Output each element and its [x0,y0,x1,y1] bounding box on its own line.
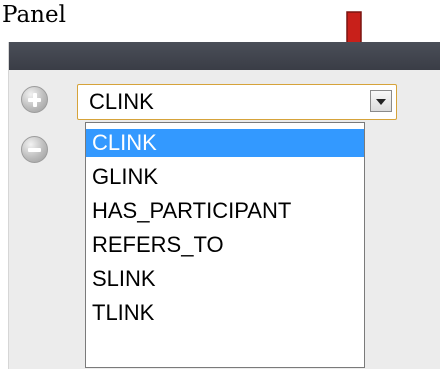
dropdown-option-refers-to[interactable]: REFERS_TO [86,231,364,259]
add-button[interactable] [21,86,48,113]
select-value: CLINK [89,89,154,114]
plus-icon-stroke [32,93,37,107]
dropdown-option-clink[interactable]: CLINK [86,129,364,157]
dropdown-option-slink[interactable]: SLINK [86,265,364,293]
dropdown-button[interactable] [370,90,392,112]
panel-header [9,42,440,70]
link-type-select[interactable]: CLINK [77,84,397,120]
dropdown-option-has-participant[interactable]: HAS_PARTICIPANT [86,197,364,225]
panel-caption: Panel [2,2,66,28]
minus-icon [28,148,41,152]
chevron-down-icon [376,99,386,105]
dropdown-option-glink[interactable]: GLINK [86,163,364,191]
remove-button[interactable] [21,136,48,163]
dropdown-list: CLINK GLINK HAS_PARTICIPANT REFERS_TO SLINK T… [85,122,365,368]
panel: CLINK CLINK GLINK HAS_PARTICIPANT REFERS_TO… [8,42,440,369]
dropdown-option-tlink[interactable]: TLINK [86,299,364,327]
